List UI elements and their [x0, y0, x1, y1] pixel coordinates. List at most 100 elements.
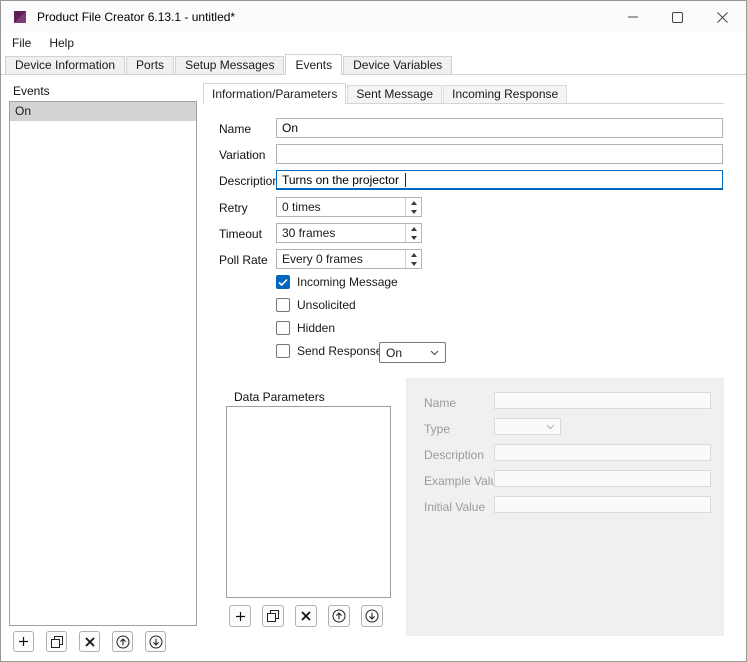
spin-up-icon	[411, 227, 417, 231]
poll-rate-spin-buttons	[405, 250, 421, 268]
incoming-message-checkbox[interactable]	[276, 275, 290, 289]
move-event-down-button[interactable]	[145, 631, 166, 652]
incoming-message-row: Incoming Message	[276, 274, 398, 290]
delete-icon	[301, 611, 311, 621]
minimize-button[interactable]	[610, 1, 655, 33]
timeout-value: 30 frames	[277, 224, 405, 242]
tab-events[interactable]: Events	[285, 54, 342, 75]
move-up-icon	[332, 609, 346, 623]
hidden-label: Hidden	[297, 320, 335, 336]
description-input[interactable]	[276, 170, 723, 190]
events-panel-label: Events	[13, 84, 50, 98]
send-response-dropdown[interactable]: On	[379, 342, 446, 363]
maximize-icon	[672, 12, 683, 23]
send-response-row: Send Response	[276, 343, 382, 359]
event-sub-tab-bar: Information/Parameters Sent Message Inco…	[203, 83, 724, 104]
name-label: Name	[219, 122, 251, 136]
close-button[interactable]	[700, 1, 745, 33]
hidden-row: Hidden	[276, 320, 335, 336]
move-parameter-down-button[interactable]	[361, 605, 383, 627]
move-down-icon	[365, 609, 379, 623]
retry-spin-down-button[interactable]	[406, 207, 421, 216]
menu-bar: File Help	[1, 33, 746, 54]
app-window: Product File Creator 6.13.1 - untitled* …	[0, 0, 747, 662]
move-parameter-up-button[interactable]	[328, 605, 350, 627]
check-icon	[278, 278, 288, 287]
name-input[interactable]	[276, 118, 723, 138]
retry-spinbox[interactable]: 0 times	[276, 197, 422, 217]
tab-setup-messages[interactable]: Setup Messages	[175, 56, 284, 74]
parameter-example-value-input	[494, 470, 711, 487]
close-icon	[717, 12, 728, 23]
minimize-icon	[628, 12, 638, 22]
data-parameters-label: Data Parameters	[234, 390, 325, 404]
poll-rate-spin-up-button[interactable]	[406, 250, 421, 259]
menu-item-file[interactable]: File	[3, 33, 40, 54]
events-list[interactable]: On	[9, 101, 197, 626]
send-response-label: Send Response	[297, 343, 382, 359]
tab-device-variables[interactable]: Device Variables	[343, 56, 452, 74]
poll-rate-spinbox[interactable]: Every 0 frames	[276, 249, 422, 269]
main-tab-bar: Device Information Ports Setup Messages …	[1, 54, 746, 75]
window-controls	[610, 1, 745, 33]
timeout-spin-up-button[interactable]	[406, 224, 421, 233]
tab-ports[interactable]: Ports	[126, 56, 174, 74]
events-toolbar	[13, 631, 166, 652]
timeout-spinbox[interactable]: 30 frames	[276, 223, 422, 243]
unsolicited-row: Unsolicited	[276, 297, 356, 313]
poll-rate-label: Poll Rate	[219, 253, 268, 267]
subtab-information-parameters[interactable]: Information/Parameters	[203, 83, 346, 104]
spin-down-icon	[411, 236, 417, 240]
poll-rate-value: Every 0 frames	[277, 250, 405, 268]
description-label: Description	[219, 174, 279, 188]
retry-value: 0 times	[277, 198, 405, 216]
chevron-down-icon	[546, 424, 555, 430]
unsolicited-label: Unsolicited	[297, 297, 356, 313]
parameter-type-label: Type	[424, 422, 450, 436]
poll-rate-spin-down-button[interactable]	[406, 259, 421, 268]
timeout-label: Timeout	[219, 227, 262, 241]
add-parameter-button[interactable]	[229, 605, 251, 627]
events-list-item-on[interactable]: On	[10, 102, 196, 121]
data-parameters-toolbar	[229, 605, 383, 627]
move-down-icon	[149, 635, 163, 649]
app-icon	[12, 9, 28, 25]
delete-icon	[85, 637, 95, 647]
send-response-dropdown-value: On	[386, 346, 402, 360]
maximize-button[interactable]	[655, 1, 700, 33]
send-response-checkbox[interactable]	[276, 344, 290, 358]
retry-spin-up-button[interactable]	[406, 198, 421, 207]
retry-label: Retry	[219, 201, 248, 215]
menu-item-help[interactable]: Help	[40, 33, 83, 54]
subtab-incoming-response[interactable]: Incoming Response	[443, 85, 567, 103]
parameter-description-label: Description	[424, 448, 484, 462]
data-parameters-list[interactable]	[226, 406, 391, 598]
spin-up-icon	[411, 253, 417, 257]
incoming-message-label: Incoming Message	[297, 274, 398, 290]
title-bar[interactable]: Product File Creator 6.13.1 - untitled*	[1, 1, 746, 33]
timeout-spin-down-button[interactable]	[406, 233, 421, 242]
copy-icon	[51, 636, 63, 648]
parameter-example-value-label: Example Value	[424, 474, 504, 488]
spin-down-icon	[411, 210, 417, 214]
duplicate-parameter-button[interactable]	[262, 605, 284, 627]
add-event-button[interactable]	[13, 631, 34, 652]
duplicate-event-button[interactable]	[46, 631, 67, 652]
variation-input[interactable]	[276, 144, 723, 164]
add-icon	[18, 636, 29, 647]
parameter-initial-value-input	[494, 496, 711, 513]
tab-device-information[interactable]: Device Information	[5, 56, 125, 74]
add-icon	[235, 611, 246, 622]
retry-spin-buttons	[405, 198, 421, 216]
subtab-sent-message[interactable]: Sent Message	[347, 85, 442, 103]
unsolicited-checkbox[interactable]	[276, 298, 290, 312]
delete-event-button[interactable]	[79, 631, 100, 652]
window-title: Product File Creator 6.13.1 - untitled*	[37, 1, 235, 33]
parameter-initial-value-label: Initial Value	[424, 500, 485, 514]
copy-icon	[267, 610, 279, 622]
timeout-spin-buttons	[405, 224, 421, 242]
hidden-checkbox[interactable]	[276, 321, 290, 335]
parameter-type-dropdown	[494, 418, 561, 435]
move-event-up-button[interactable]	[112, 631, 133, 652]
delete-parameter-button[interactable]	[295, 605, 317, 627]
